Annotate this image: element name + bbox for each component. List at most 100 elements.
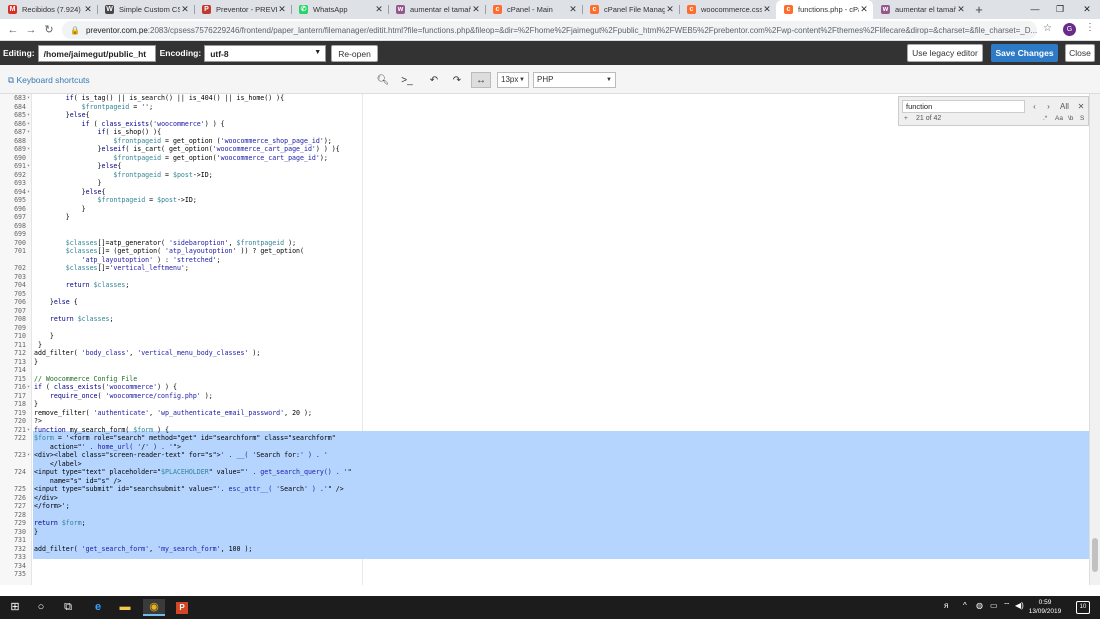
close-tab-icon[interactable]: ✕: [956, 4, 966, 15]
user-icon[interactable]: ᴙ: [944, 601, 948, 610]
whole-word-option[interactable]: \b: [1068, 115, 1073, 122]
close-tab-icon[interactable]: ✕: [374, 4, 384, 15]
line-number: 716: [14, 383, 26, 391]
next-match-icon[interactable]: ›: [1043, 100, 1054, 113]
undo-icon[interactable]: ↶: [424, 72, 444, 88]
close-tab-icon[interactable]: ✕: [277, 4, 287, 15]
scrollbar-thumb[interactable]: [1092, 538, 1098, 572]
fold-arrow-icon[interactable]: ▾: [27, 94, 32, 103]
search-icon[interactable]: 🔍︎: [373, 72, 393, 88]
code-text: }else{: [34, 187, 106, 196]
close-tab-icon[interactable]: ✕: [665, 4, 675, 15]
legacy-editor-button[interactable]: Use legacy editor: [907, 44, 983, 62]
code-text: return $classes;: [49, 315, 114, 323]
fold-arrow-icon[interactable]: ▾: [27, 383, 32, 392]
system-clock[interactable]: 0:59 13/09/2019: [1025, 598, 1065, 616]
browser-tab[interactable]: w aumentar el tamaño ✕: [873, 0, 970, 19]
browser-tab[interactable]: c cPanel - Main ✕: [485, 0, 582, 19]
browser-tab[interactable]: M Recibidos (7.924) - ✕: [0, 0, 97, 19]
cpanel-icon: c: [687, 5, 696, 14]
close-search-icon[interactable]: ✕: [1076, 100, 1086, 113]
fold-arrow-icon[interactable]: ▾: [27, 111, 32, 120]
browser-menu-icon[interactable]: ⋮: [1085, 22, 1095, 33]
close-tab-icon[interactable]: ✕: [568, 4, 578, 15]
fold-arrow-icon[interactable]: ▾: [27, 120, 32, 129]
browser-tab[interactable]: W Simple Custom CSS✕: [97, 0, 194, 19]
goto-line-icon[interactable]: >_: [397, 72, 417, 88]
browser-tab[interactable]: c functions.php - cPa ✕: [776, 0, 873, 19]
volume-icon[interactable]: ◀): [1015, 601, 1024, 610]
task-view-icon[interactable]: ⧉: [57, 599, 79, 616]
edge-icon[interactable]: e: [87, 599, 109, 616]
code-editor[interactable]: 683 ▾ if( is_tag() || is_search() || is_4…: [0, 94, 1100, 585]
previous-match-icon[interactable]: ‹: [1029, 100, 1040, 113]
bookmark-star-icon[interactable]: ☆: [1043, 23, 1052, 34]
code-line: 731: [0, 536, 1090, 545]
url-input[interactable]: 🔒 preventor.com.pe:2083/cpsess7576229246…: [62, 21, 1037, 39]
maximize-button[interactable]: ❐: [1045, 0, 1075, 19]
browser-tab[interactable]: w aumentar el tamaño ✕: [388, 0, 485, 19]
windows-start-icon[interactable]: ⊞: [4, 599, 26, 616]
fold-arrow-icon[interactable]: ▾: [27, 188, 32, 197]
fold-arrow-icon[interactable]: ▾: [27, 128, 32, 137]
fold-arrow-icon[interactable]: ▾: [27, 162, 32, 171]
chrome-icon[interactable]: ◉: [143, 599, 165, 616]
keyboard-shortcuts-link[interactable]: ⧉ Keyboard shortcuts: [8, 75, 90, 86]
fold-arrow-icon[interactable]: ▾: [27, 451, 32, 460]
browser-tab[interactable]: c woocommerce.css ✕: [679, 0, 776, 19]
line-number: 734: [14, 561, 26, 570]
find-all-button[interactable]: All: [1056, 100, 1073, 113]
syntax-mode-value: PHP: [537, 75, 554, 84]
new-tab-button[interactable]: +: [970, 0, 988, 19]
close-tab-icon[interactable]: ✕: [471, 4, 481, 15]
regex-option[interactable]: .*: [1043, 115, 1047, 122]
battery-icon[interactable]: ▭: [990, 601, 998, 610]
close-tab-icon[interactable]: ✕: [859, 4, 869, 15]
lock-icon: 🔒: [70, 25, 80, 35]
chevron-up-icon[interactable]: ^: [963, 601, 967, 610]
replace-toggle-icon[interactable]: +: [904, 115, 908, 122]
vertical-scrollbar[interactable]: [1089, 94, 1100, 585]
browser-tab[interactable]: c cPanel File Manager✕: [582, 0, 679, 19]
wifi-icon[interactable]: ⌔: [1003, 601, 1011, 611]
line-number: 729: [14, 519, 26, 527]
word-wrap-icon[interactable]: ↔: [471, 72, 491, 88]
close-tab-icon[interactable]: ✕: [180, 4, 190, 15]
powerpoint-icon[interactable]: P: [171, 599, 193, 616]
forward-icon[interactable]: →: [22, 24, 40, 36]
code-text: <input type="text" placeholder="$PLACEHO…: [34, 468, 352, 476]
window-close-button[interactable]: ✕: [1072, 0, 1100, 19]
redo-icon[interactable]: ↷: [447, 72, 467, 88]
code-line: 706 }else {: [0, 298, 1090, 307]
search-input[interactable]: function: [902, 100, 1025, 113]
close-tab-icon[interactable]: ✕: [83, 4, 93, 15]
browser-tab[interactable]: ✆ WhatsApp ✕: [291, 0, 388, 19]
search-icon[interactable]: ○: [30, 599, 52, 616]
close-button[interactable]: Close: [1065, 44, 1095, 62]
code-line: 730}: [0, 528, 1090, 537]
font-size-select[interactable]: 13px ▼: [497, 72, 529, 88]
file-explorer-icon[interactable]: ▬: [114, 599, 136, 616]
file-path-input[interactable]: /home/jaimegut/public_ht: [37, 44, 156, 62]
browser-tab[interactable]: P Preventor - PREVEN✕: [194, 0, 291, 19]
line-number: 687: [14, 128, 26, 136]
notification-center-icon[interactable]: 10: [1076, 601, 1090, 614]
case-sensitive-option[interactable]: Aa: [1055, 115, 1063, 122]
line-number: 735: [14, 570, 26, 578]
close-tab-icon[interactable]: ✕: [762, 4, 772, 15]
reopen-button[interactable]: Re-open: [331, 44, 378, 62]
fold-arrow-icon[interactable]: ▾: [27, 426, 32, 435]
line-number: 691: [14, 162, 26, 170]
windows-taskbar: ⊞ ○ ⧉ e ▬ ◉ P ᴙ ^ ◍ ▭ ⌔ ◀) 0:59 13/09/20…: [0, 596, 1100, 619]
reload-icon[interactable]: ↻: [40, 23, 58, 36]
fold-arrow-icon[interactable]: ▾: [27, 145, 32, 154]
line-number: 699: [14, 230, 26, 238]
back-icon[interactable]: ←: [4, 24, 22, 36]
network-icon[interactable]: ◍: [976, 601, 983, 610]
profile-avatar[interactable]: G: [1063, 23, 1076, 36]
code-text: }: [34, 213, 70, 221]
search-in-selection-option[interactable]: S: [1080, 115, 1084, 122]
save-changes-button[interactable]: Save Changes: [991, 44, 1058, 62]
syntax-mode-select[interactable]: PHP ▼: [533, 72, 616, 88]
encoding-select[interactable]: utf-8 ▼: [204, 44, 327, 62]
